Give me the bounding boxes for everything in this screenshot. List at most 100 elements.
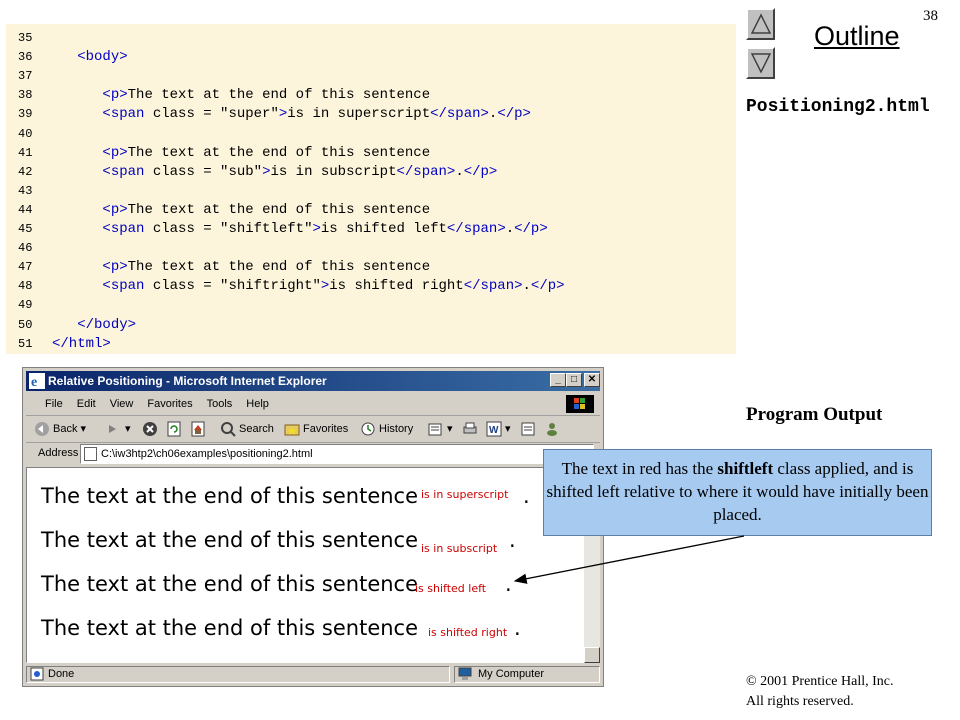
period-shiftright: .: [514, 616, 521, 640]
history-icon: [361, 422, 375, 436]
line-number: 51: [18, 336, 33, 351]
forward-arrow-icon: [109, 425, 116, 434]
menu-tools[interactable]: Tools: [200, 393, 240, 415]
code-line: 38 <p>The text at the end of this senten…: [6, 86, 430, 105]
period-shiftleft: .: [505, 572, 512, 596]
line-number: 47: [18, 260, 33, 275]
menu-edit[interactable]: Edit: [70, 393, 103, 415]
line-number: 48: [18, 279, 33, 294]
code-line: 51 </html>: [6, 335, 111, 354]
status-bar: Done My Computer: [26, 665, 600, 684]
svg-text:e: e: [31, 375, 37, 389]
menu-favorites[interactable]: Favorites: [140, 393, 199, 415]
page-number: 38: [923, 8, 938, 24]
copyright-notice: © 2001 Prentice Hall, Inc. All rights re…: [746, 672, 894, 712]
svg-text:W: W: [489, 425, 499, 436]
outline-down-button[interactable]: [746, 47, 775, 79]
computer-icon: [458, 667, 472, 681]
mail-button[interactable]: ▾: [428, 416, 453, 442]
code-line: 49: [6, 296, 52, 315]
span-subscript: is in subscript: [421, 542, 498, 555]
outline-up-button[interactable]: [746, 8, 775, 40]
browser-window: e Relative Positioning - Microsoft Inter…: [22, 367, 604, 687]
code-text: <span class = "shiftright">is shifted ri…: [102, 278, 565, 295]
line-number: 42: [18, 164, 33, 179]
line-number: 45: [18, 222, 33, 236]
windows-logo-icon: [566, 395, 594, 413]
outline-link[interactable]: Outline: [814, 21, 900, 52]
line-number: 46: [18, 241, 33, 256]
sentence-superscript: The text at the end of this sentence: [41, 484, 419, 508]
code-line: 50 </body>: [6, 316, 136, 335]
down-arrow-icon: [750, 53, 771, 74]
history-button[interactable]: History: [360, 416, 413, 442]
search-button[interactable]: Search: [220, 416, 274, 442]
code-text: <span class = "sub">is in subscript</spa…: [102, 163, 498, 180]
code-line: 44 <p>The text at the end of this senten…: [6, 201, 430, 220]
discuss-button[interactable]: [520, 416, 539, 442]
code-line: 48 <span class = "shiftright">is shifted…: [6, 277, 565, 296]
callout-bold-class: shiftleft: [717, 459, 774, 478]
page-content: The text at the end of this sentence is …: [26, 467, 584, 663]
back-arrow-icon: [35, 422, 49, 437]
back-button[interactable]: Back ▾: [34, 416, 86, 442]
up-arrow-icon: [750, 13, 771, 34]
code-line: 43: [6, 182, 52, 201]
code-line: 35: [6, 29, 52, 48]
code-line: 42 <span class = "sub">is in subscript</…: [6, 163, 497, 182]
forward-button[interactable]: ▾: [106, 416, 131, 442]
code-text: </html>: [52, 335, 111, 352]
line-number: 44: [18, 202, 33, 217]
code-line: 37: [6, 67, 52, 86]
close-button[interactable]: ✕: [584, 373, 600, 387]
period-subscript: .: [509, 528, 516, 552]
status-zone: My Computer: [478, 668, 545, 680]
refresh-button[interactable]: [166, 416, 185, 442]
code-text: <p>The text at the end of this sentence: [102, 87, 431, 104]
line-number: 49: [18, 298, 33, 313]
line-number: 43: [18, 183, 33, 198]
program-output-label: Program Output: [746, 404, 883, 425]
browser-title: Relative Positioning - Microsoft Interne…: [48, 374, 327, 388]
line-number: 50: [18, 317, 33, 332]
code-line: 36 <body>: [6, 48, 128, 67]
menu-bar: File Edit View Favorites Tools Help: [26, 393, 600, 416]
copyright-line-2: All rights reserved.: [746, 694, 854, 709]
line-number: 36: [18, 50, 33, 65]
minimize-button[interactable]: _: [550, 373, 566, 387]
menu-file[interactable]: File: [38, 393, 70, 415]
annotation-callout: The text in red has the shiftleft class …: [543, 449, 932, 536]
print-button[interactable]: [462, 416, 481, 442]
discuss-icon: [521, 422, 535, 436]
ie-logo-icon: e: [29, 373, 45, 389]
code-line: 45 <span class = "shiftleft">is shifted …: [6, 220, 548, 239]
line-number: 37: [18, 69, 33, 84]
home-button[interactable]: [190, 416, 209, 442]
menu-view[interactable]: View: [103, 393, 141, 415]
code-line: 39 <span class = "super">is in superscri…: [6, 105, 531, 124]
favorites-button[interactable]: Favorites: [284, 416, 348, 442]
code-line: 41 <p>The text at the end of this senten…: [6, 144, 430, 163]
stop-icon: [143, 422, 157, 437]
back-label: Back: [53, 423, 78, 435]
address-value: C:\iw3htp2\ch06examples\positioning2.htm…: [101, 448, 313, 460]
address-input[interactable]: C:\iw3htp2\ch06examples\positioning2.htm…: [80, 444, 594, 464]
menu-help[interactable]: Help: [239, 393, 276, 415]
scroll-down-button[interactable]: [584, 647, 600, 663]
address-bar: Address C:\iw3htp2\ch06examples\position…: [26, 443, 600, 465]
refresh-icon: [167, 421, 181, 437]
stop-button[interactable]: [142, 416, 161, 442]
messenger-button[interactable]: [544, 416, 563, 442]
span-shiftleft: is shifted left: [415, 582, 487, 595]
edit-button[interactable]: W ▾: [486, 416, 511, 442]
status-pane-main: Done: [26, 666, 450, 683]
line-number: 35: [18, 31, 33, 45]
code-line: 40: [6, 125, 52, 144]
span-shiftright: is shifted right: [428, 626, 508, 639]
span-superscript: is in superscript: [421, 488, 509, 501]
callout-text-1: The text in red has the: [561, 459, 718, 478]
maximize-button[interactable]: □: [566, 373, 582, 387]
code-line: 47 <p>The text at the end of this senten…: [6, 258, 430, 277]
code-text: <p>The text at the end of this sentence: [102, 201, 431, 218]
code-text: <p>The text at the end of this sentence: [102, 144, 431, 161]
